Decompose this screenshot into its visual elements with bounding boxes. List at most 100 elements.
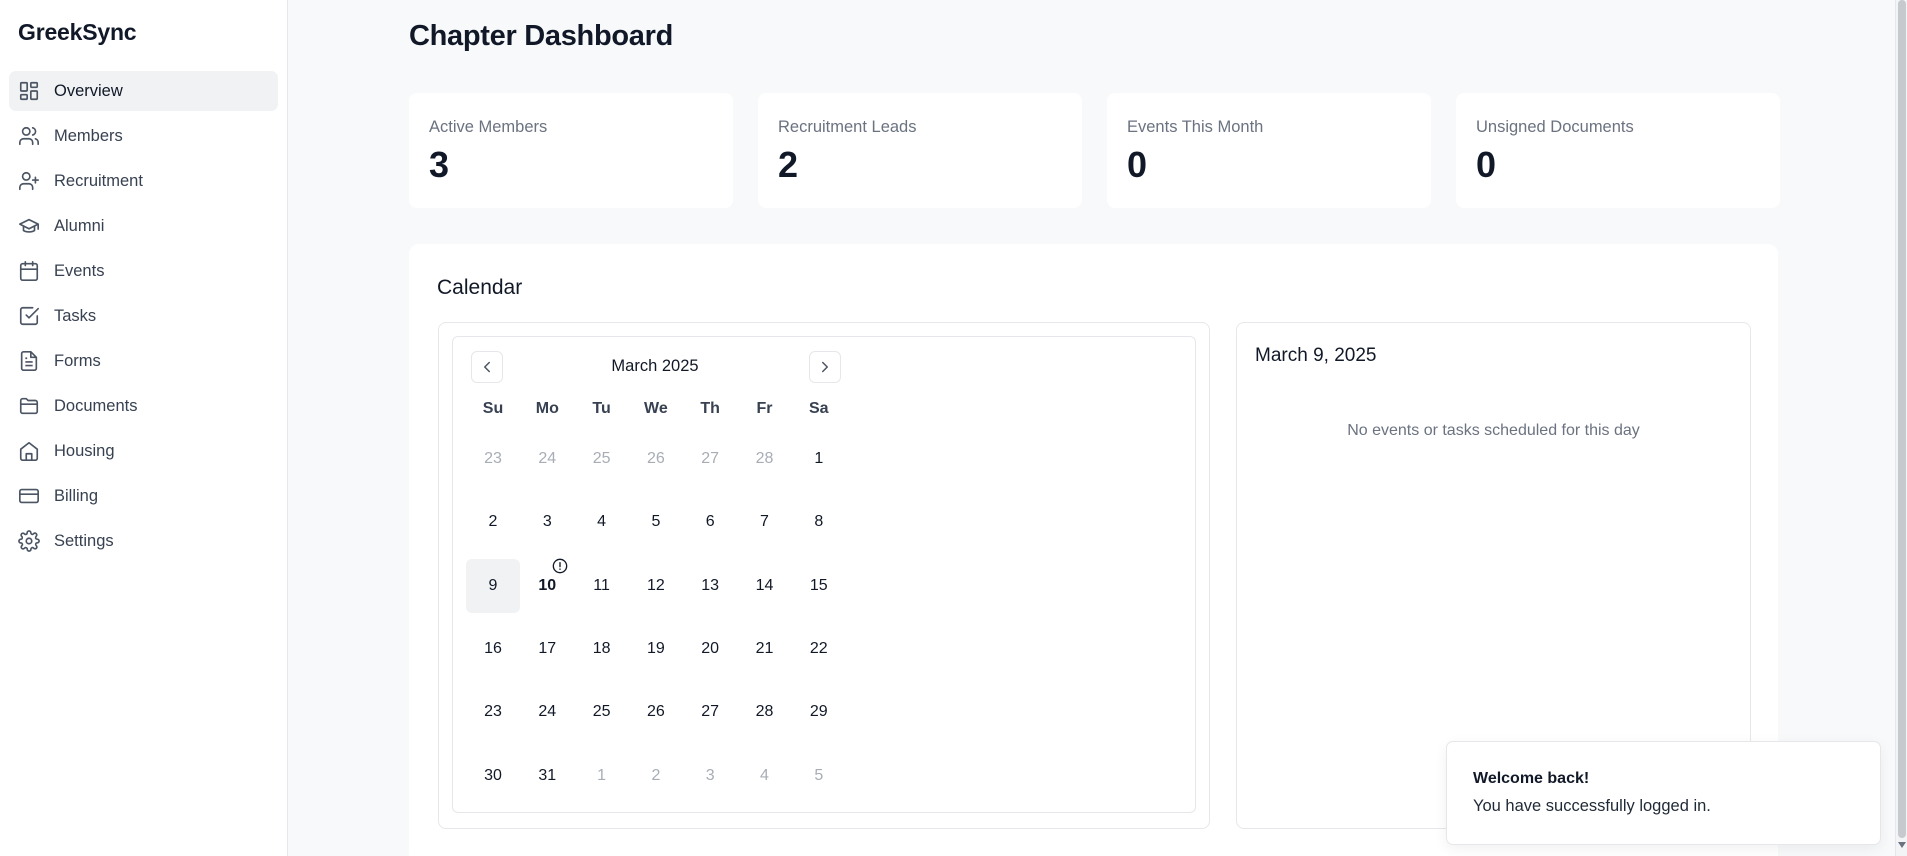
calendar-day-outside[interactable]: 26	[629, 432, 683, 486]
toast-notification[interactable]: Welcome back! You have successfully logg…	[1446, 741, 1881, 845]
calendar-day-outside[interactable]: 3	[683, 749, 737, 803]
stat-value: 3	[429, 144, 450, 185]
stat-label: Recruitment Leads	[778, 118, 917, 136]
calendar-day-outside[interactable]: 4	[738, 749, 792, 803]
sidebar-item-recruitment[interactable]: Recruitment	[9, 161, 278, 201]
calendar-day-outside[interactable]: 24	[520, 432, 574, 486]
day-number: 3	[542, 513, 552, 531]
calendar-day[interactable]: 1	[792, 432, 846, 486]
calendar-day[interactable]: 6	[683, 495, 737, 549]
sidebar-item-members[interactable]: Members	[9, 116, 278, 156]
next-month-button[interactable]	[809, 351, 841, 383]
calendar-day-outside[interactable]: 28	[738, 432, 792, 486]
sidebar-item-billing[interactable]: Billing	[9, 476, 278, 516]
calendar-day[interactable]: 7	[738, 495, 792, 549]
calendar-day[interactable]: 24	[520, 685, 574, 739]
calendar-day[interactable]: 10	[520, 558, 574, 613]
file-text-icon	[18, 350, 40, 372]
weekday-label: Mo	[535, 400, 559, 417]
day-number: 25	[592, 450, 611, 467]
calendar-day[interactable]: 21	[738, 622, 792, 676]
calendar-day[interactable]: 8	[792, 495, 846, 549]
day-number: 28	[755, 450, 774, 467]
calendar-day[interactable]: 4	[575, 495, 629, 549]
calendar-day[interactable]: 13	[683, 559, 737, 613]
stat-value: 2	[778, 144, 799, 185]
calendar-day[interactable]: 29	[792, 685, 846, 739]
sidebar-item-settings[interactable]: Settings	[9, 521, 278, 561]
calendar-day[interactable]: 16	[466, 622, 520, 676]
sidebar-item-housing[interactable]: Housing	[9, 431, 278, 471]
scrollbar-thumb[interactable]	[1898, 0, 1906, 838]
day-number: 2	[488, 513, 498, 531]
chevron-left-icon	[478, 358, 496, 376]
calendar-day[interactable]: 30	[466, 749, 520, 803]
selected-date: March 9, 2025	[1255, 345, 1377, 366]
page-scrollbar[interactable]	[1895, 0, 1907, 856]
chevron-right-icon	[816, 358, 834, 376]
sidebar-item-label: Billing	[54, 486, 99, 505]
day-number: 13	[701, 576, 720, 594]
day-number: 15	[809, 576, 828, 594]
sidebar-item-label: Housing	[54, 441, 115, 460]
calendar-day[interactable]: 15	[792, 559, 846, 613]
calendar-day[interactable]: 19	[629, 622, 683, 676]
sidebar-item-events[interactable]: Events	[9, 251, 278, 291]
day-number: 19	[646, 639, 665, 657]
stat-label: Unsigned Documents	[1476, 118, 1634, 136]
calendar-day[interactable]: 11	[575, 559, 629, 613]
stat-value: 0	[1476, 144, 1497, 185]
calendar-day[interactable]: 5	[629, 495, 683, 549]
sidebar-item-alumni[interactable]: Alumni	[9, 206, 278, 246]
sidebar-nav: Overview Members Recruitment Alumni Events Ta…	[9, 71, 278, 566]
sidebar-item-label: Members	[54, 126, 123, 145]
calendar-day-outside[interactable]: 1	[575, 749, 629, 803]
calendar-day[interactable]: 20	[683, 622, 737, 676]
weekday-label: Su	[482, 400, 504, 417]
sidebar-item-label: Alumni	[54, 216, 105, 235]
weekday-label: Th	[700, 400, 720, 417]
calendar-day-outside[interactable]: 2	[629, 749, 683, 803]
calendar-day[interactable]: 22	[792, 622, 846, 676]
calendar-day[interactable]: 31	[520, 749, 574, 803]
home-icon	[18, 440, 40, 462]
gear-icon	[18, 530, 40, 552]
calendar-day[interactable]: 25	[575, 685, 629, 739]
calendar-day[interactable]: 23	[466, 685, 520, 739]
calendar-day[interactable]: 27	[683, 685, 737, 739]
calendar-day-selected[interactable]: 9	[466, 558, 520, 613]
sidebar-item-overview[interactable]: Overview	[9, 71, 278, 111]
day-number: 23	[484, 703, 502, 721]
day-number: 29	[809, 703, 828, 721]
stat-label: Active Members	[429, 118, 548, 136]
stat-label: Events This Month	[1127, 118, 1264, 136]
weekday-label: We	[644, 400, 668, 417]
app-brand: GreekSync	[18, 19, 137, 45]
calendar-day[interactable]: 14	[738, 559, 792, 613]
weekday-label: Tu	[592, 400, 611, 417]
calendar-day-outside[interactable]: 23	[466, 432, 520, 486]
sidebar-item-tasks[interactable]: Tasks	[9, 296, 278, 336]
calendar-day[interactable]: 26	[629, 685, 683, 739]
calendar-day[interactable]: 18	[575, 622, 629, 676]
calendar-day[interactable]: 28	[738, 685, 792, 739]
day-number: 11	[593, 576, 610, 594]
calendar-day-outside[interactable]: 5	[792, 749, 846, 803]
scroll-down-arrow-icon[interactable]	[1898, 842, 1906, 848]
day-number: 31	[538, 766, 557, 784]
calendar-day-outside[interactable]: 27	[683, 432, 737, 486]
day-number: 20	[701, 639, 720, 657]
calendar-day[interactable]: 2	[466, 495, 520, 549]
page-title: Chapter Dashboard	[409, 20, 673, 52]
calendar-day[interactable]: 3	[520, 495, 574, 549]
sidebar-item-label: Events	[54, 261, 105, 280]
alert-circle-icon	[552, 558, 568, 574]
sidebar-item-documents[interactable]: Documents	[9, 386, 278, 426]
sidebar-item-forms[interactable]: Forms	[9, 341, 278, 381]
calendar-day-outside[interactable]: 25	[575, 432, 629, 486]
calendar-day[interactable]: 12	[629, 559, 683, 613]
calendar-day[interactable]: 17	[520, 622, 574, 676]
users-icon	[18, 125, 40, 147]
previous-month-button[interactable]	[471, 351, 503, 383]
day-number: 30	[484, 766, 502, 784]
